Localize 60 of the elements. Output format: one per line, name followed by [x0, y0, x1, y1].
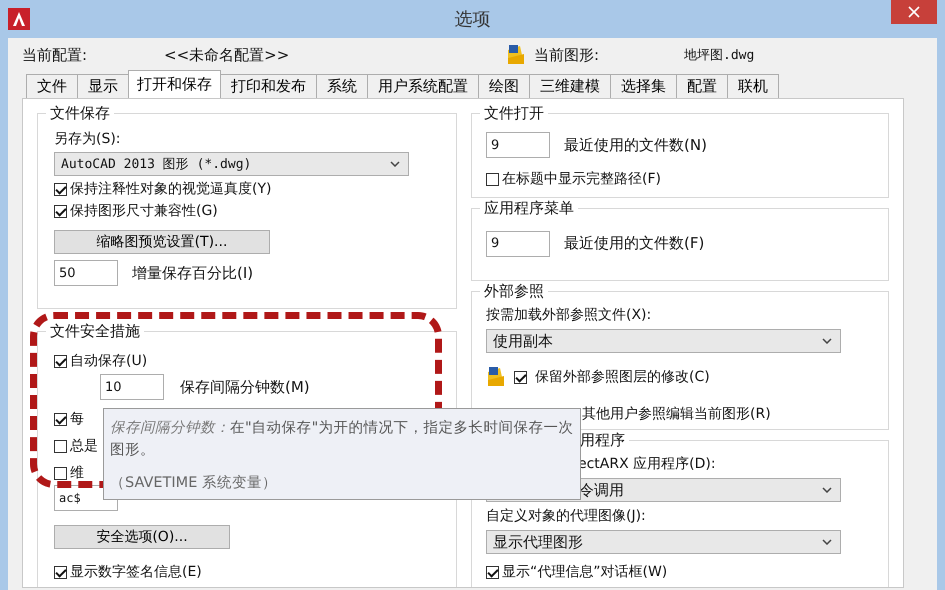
checkbox-label: 在标题中显示完整路径(F) — [502, 170, 661, 188]
checkbox[interactable] — [54, 466, 67, 480]
field-label: 最近使用的文件数(F) — [564, 234, 704, 254]
drawing-file-icon — [506, 44, 526, 66]
drawing-value: 地坪图.dwg — [684, 47, 754, 64]
checkbox-label: 保持注释性对象的视觉逼真度(Y) — [70, 180, 272, 198]
field-label: 保存间隔分钟数(M) — [180, 378, 310, 396]
profile-value: <<未命名配置>> — [164, 46, 290, 64]
checkbox[interactable] — [54, 566, 67, 578]
checkbox-label: 显示数字签名信息(E) — [70, 563, 202, 581]
group-title: 应用程序菜单 — [480, 198, 578, 218]
checkbox[interactable] — [54, 440, 67, 452]
checkbox-label: 自动保存(U) — [70, 352, 148, 370]
field-label: 按需加载外部参照文件(X): — [486, 306, 652, 324]
close-icon — [908, 6, 920, 18]
tab[interactable]: 联机 — [727, 74, 779, 98]
checkbox[interactable] — [54, 412, 67, 426]
app-logo-icon — [8, 8, 30, 30]
checkbox-label: 总是 — [70, 437, 98, 455]
checkbox-label: 每 — [70, 410, 84, 428]
checkbox-label: 维 — [70, 464, 84, 482]
checkbox[interactable] — [514, 370, 527, 384]
tab[interactable]: 文件 — [26, 74, 78, 98]
chevron-down-icon — [822, 539, 832, 545]
proxy-image-dropdown[interactable]: 显示代理图形 — [486, 530, 841, 554]
checkbox-label: 显示“代理信息”对话框(W) — [502, 563, 668, 581]
save-format-dropdown[interactable]: AutoCAD 2013 图形 (*.dwg) — [54, 152, 409, 176]
chevron-down-icon — [390, 161, 400, 167]
profile-label: 当前配置: — [22, 46, 88, 64]
input-field[interactable]: 9 — [486, 230, 550, 257]
xref-load-dropdown[interactable]: 使用副本 — [486, 329, 841, 353]
input-field[interactable]: 50 — [54, 260, 118, 286]
save-as-label: 另存为(S): — [54, 130, 121, 148]
group-title: 文件打开 — [480, 104, 548, 123]
group-title: 文件安全措施 — [46, 322, 144, 341]
tooltip-text: 保存间隔分钟数：在"自动保存"为开的情况下，指定多长时间保存一次图形。 — [110, 418, 574, 460]
input-field[interactable]: 10 — [100, 374, 164, 400]
chevron-down-icon — [822, 338, 832, 344]
field-label: 最近使用的文件数(N) — [564, 136, 707, 154]
close-button[interactable] — [891, 0, 937, 24]
checkbox-label: 保留外部参照图层的修改(C) — [535, 368, 710, 386]
checkbox[interactable] — [54, 182, 67, 196]
chevron-down-icon — [822, 487, 832, 493]
group-title: 文件保存 — [46, 104, 114, 123]
drawing-label: 当前图形: — [534, 46, 600, 64]
window-title: 选项 — [454, 8, 492, 31]
checkbox[interactable] — [486, 566, 499, 578]
checkbox[interactable] — [54, 204, 67, 218]
input-field[interactable]: 9 — [486, 132, 550, 158]
checkbox[interactable] — [486, 172, 499, 186]
tab[interactable]: 打开和保存 — [128, 70, 221, 98]
field-label: 自定义对象的代理图像(J): — [486, 507, 646, 525]
group-title: 外部参照 — [480, 282, 548, 301]
checkbox-label: 其他用户参照编辑当前图形(R) — [582, 405, 771, 423]
checkbox-label: 保持图形尺寸兼容性(G) — [70, 202, 218, 220]
thumbnail-settings-button[interactable]: 缩略图预览设置(T)... — [54, 230, 270, 254]
drawing-file-icon — [486, 366, 506, 388]
field-label: 增量保存百分比(I) — [132, 264, 254, 282]
security-options-button[interactable]: 安全选项(O)... — [54, 525, 230, 549]
checkbox[interactable] — [54, 354, 67, 368]
